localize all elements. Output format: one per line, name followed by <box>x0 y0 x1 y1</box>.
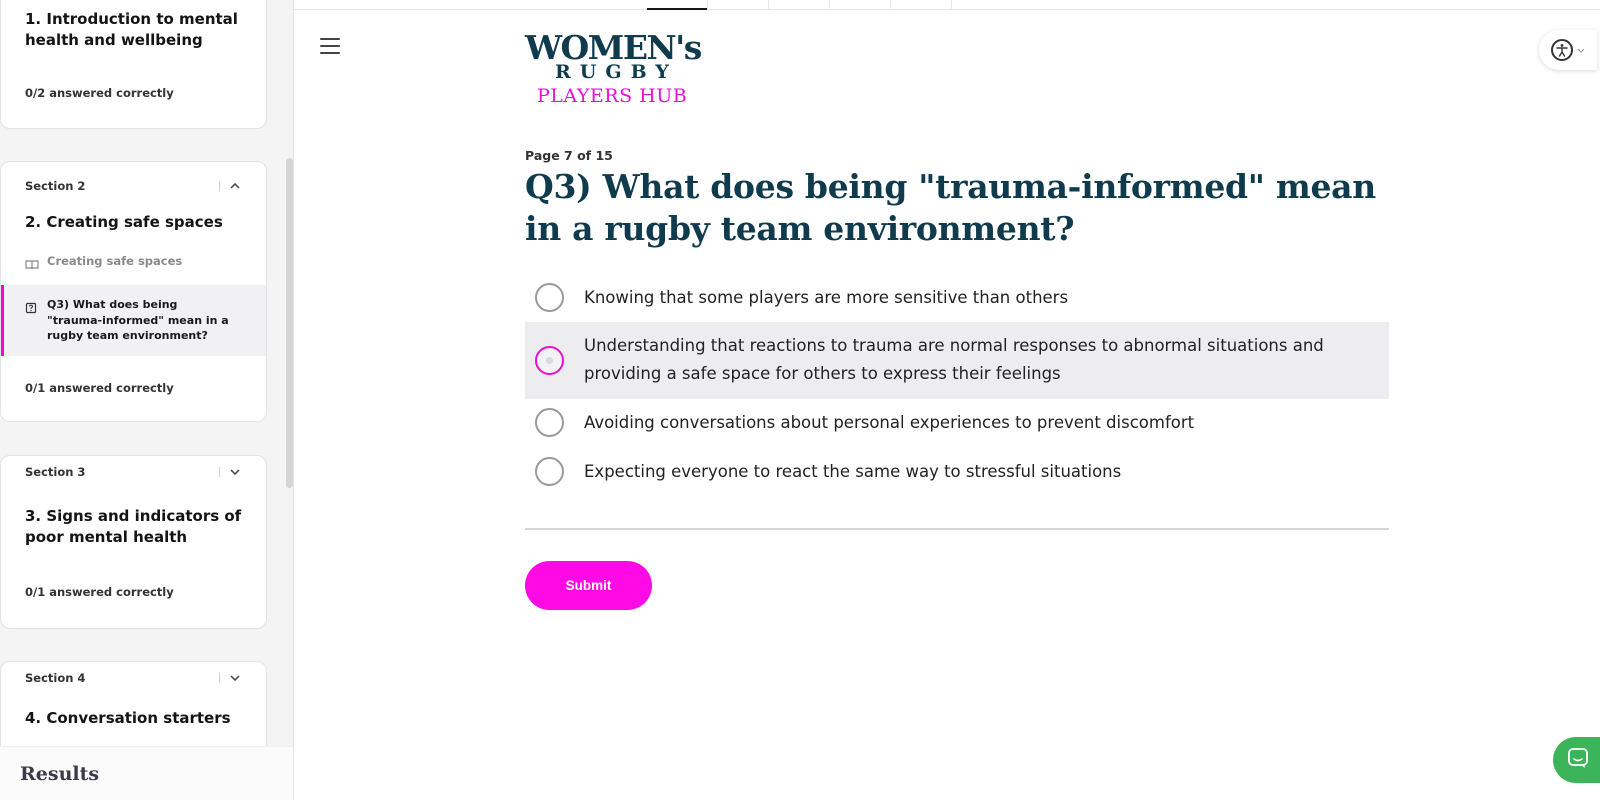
radio-button[interactable] <box>535 346 564 375</box>
divider <box>219 673 220 683</box>
lesson-label: Creating safe spaces <box>47 254 183 268</box>
answer-option[interactable]: Avoiding conversations about personal ex… <box>525 408 1389 438</box>
course-sidebar: 1. Introduction to mental health and wel… <box>0 0 294 800</box>
sidebar-scrollbar[interactable] <box>286 158 293 488</box>
answer-option[interactable]: Expecting everyone to react the same way… <box>525 457 1389 487</box>
accessibility-widget[interactable] <box>1539 30 1597 70</box>
question-title: Q3) What does being "trauma-informed" me… <box>525 167 1376 248</box>
top-tab[interactable] <box>951 0 952 10</box>
section-label: Section 3 <box>25 465 86 479</box>
results-bar[interactable]: Results <box>0 746 293 800</box>
lesson-item-active[interactable]: Q3) What does being "trauma-informed" me… <box>1 285 266 356</box>
page-indicator: Page 7 of 15 <box>525 148 613 163</box>
results-label: Results <box>20 762 100 785</box>
chat-launcher[interactable] <box>1553 737 1600 783</box>
divider <box>219 181 220 191</box>
section-header[interactable]: Section 3 <box>25 462 242 482</box>
top-tab[interactable] <box>707 0 768 10</box>
answered-count: 0/2 answered correctly <box>25 86 174 100</box>
section-tools <box>219 671 242 685</box>
top-tab[interactable] <box>768 0 829 10</box>
radio-button[interactable] <box>535 457 564 486</box>
answered-count: 0/1 answered correctly <box>25 381 174 395</box>
quiz-icon <box>25 299 39 314</box>
sidebar-scroll-area[interactable]: 1. Introduction to mental health and wel… <box>0 0 293 746</box>
logo-line-3: PLAYERS HUB <box>537 85 688 107</box>
chevron-down-icon[interactable] <box>228 671 242 685</box>
option-label: Knowing that some players are more sensi… <box>584 288 1069 307</box>
section-header[interactable]: Section 4 <box>25 668 242 688</box>
divider <box>525 528 1389 530</box>
option-label: Avoiding conversations about personal ex… <box>584 413 1195 432</box>
section-card-1: 1. Introduction to mental health and wel… <box>0 0 267 129</box>
top-tab-bar <box>294 0 1600 10</box>
answer-option-selected[interactable]: Understanding that reactions to trauma a… <box>525 322 1389 399</box>
chevron-down-icon[interactable] <box>228 465 242 479</box>
section-tools <box>219 465 242 479</box>
top-tab[interactable] <box>890 0 951 10</box>
chevron-up-icon[interactable] <box>228 179 242 193</box>
womens-rugby-logo[interactable]: WOMEN's RUGBY PLAYERS HUB <box>525 30 725 110</box>
option-label: Expecting everyone to react the same way… <box>584 462 1122 481</box>
chevron-down-icon <box>1577 45 1585 56</box>
lesson-label: Q3) What does being "trauma-informed" me… <box>47 298 229 342</box>
top-tab[interactable] <box>647 0 707 10</box>
radio-button[interactable] <box>535 283 564 312</box>
section-card-3: Section 3 3. Signs and indicators of poo… <box>0 455 267 629</box>
section-card-2: Section 2 2. Creating safe spaces Creati… <box>0 161 267 422</box>
section-title[interactable]: 3. Signs and indicators of poor mental h… <box>25 506 242 548</box>
divider <box>219 467 220 477</box>
section-title[interactable]: 1. Introduction to mental health and wel… <box>25 9 242 51</box>
option-label: Understanding that reactions to trauma a… <box>584 336 1324 383</box>
section-tools <box>219 179 242 193</box>
section-label: Section 2 <box>25 179 86 193</box>
section-label: Section 4 <box>25 671 86 685</box>
section-title[interactable]: 2. Creating safe spaces <box>25 212 242 233</box>
hamburger-menu-icon[interactable] <box>320 38 340 54</box>
radio-button[interactable] <box>535 408 564 437</box>
top-tab[interactable] <box>829 0 890 10</box>
submit-button[interactable]: Submit <box>525 561 652 610</box>
accessibility-icon <box>1551 39 1573 61</box>
app-root: 1. Introduction to mental health and wel… <box>0 0 1600 800</box>
section-title[interactable]: 4. Conversation starters <box>25 708 242 729</box>
chat-icon <box>1567 747 1589 773</box>
section-header[interactable]: Section 2 <box>25 176 242 196</box>
logo-line-2: RUGBY <box>555 61 678 83</box>
book-icon <box>25 256 39 270</box>
section-card-4: Section 4 4. Conversation starters <box>0 661 267 746</box>
answer-option[interactable]: Knowing that some players are more sensi… <box>525 283 1389 313</box>
answered-count: 0/1 answered correctly <box>25 585 174 599</box>
lesson-item[interactable]: Creating safe spaces <box>1 254 266 270</box>
